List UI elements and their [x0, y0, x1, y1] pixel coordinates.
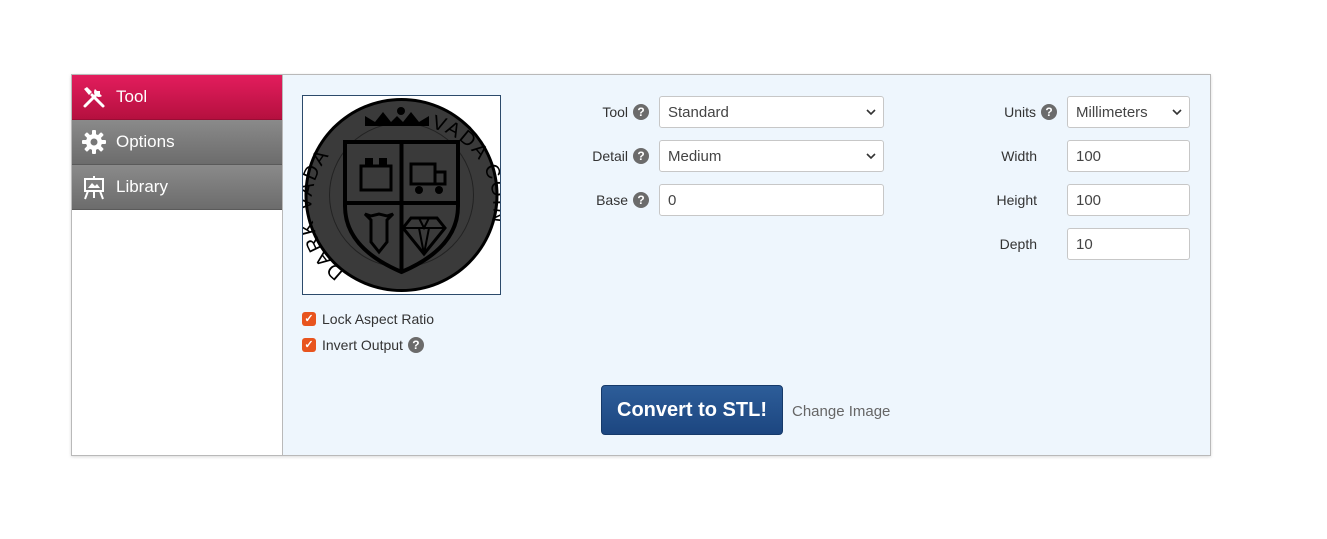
tools-icon	[81, 84, 107, 110]
sidebar-item-options[interactable]: Options	[72, 120, 282, 165]
sidebar: Tool Options Library	[72, 75, 283, 455]
width-input-value: 100	[1076, 147, 1102, 165]
detail-label-row: Detail ?	[559, 140, 649, 172]
change-image-link[interactable]: Change Image	[792, 403, 890, 420]
units-label: Units	[1004, 104, 1036, 120]
units-select-value: Millimeters	[1076, 103, 1148, 121]
image-preview: DARK VADA VADA COIN	[294, 95, 509, 295]
help-icon[interactable]: ?	[633, 148, 649, 164]
detail-label: Detail	[592, 148, 628, 164]
tool-select-value: Standard	[668, 103, 729, 121]
height-label-row: Height	[937, 184, 1037, 216]
depth-input-value: 10	[1076, 235, 1093, 253]
chevron-down-icon	[866, 153, 876, 160]
sidebar-item-label: Tool	[116, 87, 148, 106]
lock-aspect-checkbox[interactable]: ✓	[302, 312, 316, 326]
help-icon[interactable]: ?	[633, 104, 649, 120]
gear-icon	[81, 129, 107, 155]
lock-aspect-row[interactable]: ✓ Lock Aspect Ratio	[302, 311, 434, 327]
height-input-value: 100	[1076, 191, 1102, 209]
depth-label: Depth	[999, 236, 1037, 252]
sidebar-item-label: Library	[116, 177, 168, 196]
depth-input[interactable]: 10	[1067, 228, 1190, 260]
lock-aspect-label: Lock Aspect Ratio	[322, 311, 435, 327]
base-input-value: 0	[668, 191, 677, 209]
invert-output-row[interactable]: ✓ Invert Output ?	[302, 337, 424, 353]
width-label: Width	[1001, 148, 1037, 164]
detail-select-value: Medium	[668, 147, 722, 165]
help-icon[interactable]: ?	[1041, 104, 1057, 120]
sidebar-item-label: Options	[116, 132, 175, 151]
units-label-row: Units ?	[967, 96, 1057, 128]
base-label-row: Base ?	[559, 184, 649, 216]
depth-label-row: Depth	[937, 228, 1037, 260]
sidebar-item-library[interactable]: Library	[72, 165, 282, 210]
base-label: Base	[596, 192, 628, 208]
units-select[interactable]: Millimeters	[1067, 96, 1190, 128]
detail-select[interactable]: Medium	[659, 140, 884, 172]
tool-panel: DARK VADA VADA COIN	[283, 75, 1210, 455]
coin-image: DARK VADA VADA COIN	[294, 98, 509, 292]
tool-select[interactable]: Standard	[659, 96, 884, 128]
invert-output-label: Invert Output	[322, 337, 403, 353]
chevron-down-icon	[1172, 109, 1182, 116]
height-label: Height	[996, 192, 1037, 208]
easel-icon	[81, 174, 107, 200]
sidebar-item-tool[interactable]: Tool	[72, 75, 282, 120]
height-input[interactable]: 100	[1067, 184, 1190, 216]
tool-label-row: Tool ?	[559, 96, 649, 128]
width-input[interactable]: 100	[1067, 140, 1190, 172]
tool-label: Tool	[602, 104, 628, 120]
help-icon[interactable]: ?	[633, 192, 649, 208]
invert-output-checkbox[interactable]: ✓	[302, 338, 316, 352]
app-window: Tool Options Library DAR A VADA ✓ Lock A…	[71, 74, 1211, 456]
convert-to-stl-button[interactable]: Convert to STL!	[601, 385, 783, 435]
width-label-row: Width	[937, 140, 1037, 172]
chevron-down-icon	[866, 109, 876, 116]
base-input[interactable]: 0	[659, 184, 884, 216]
help-icon[interactable]: ?	[407, 337, 424, 353]
